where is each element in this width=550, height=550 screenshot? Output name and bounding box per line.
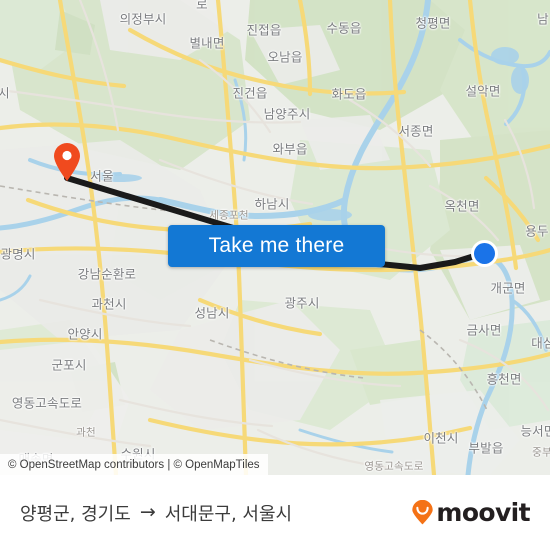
route-destination-label: 서대문구, 서울시: [164, 503, 293, 525]
map-attribution-bar: © OpenStreetMap contributors | © OpenMap…: [0, 454, 268, 475]
take-me-there-button[interactable]: Take me there: [168, 225, 385, 267]
footer-bar: 양평군, 경기도 → 서대문구, 서울시 moovit: [0, 475, 550, 550]
route-origin-label: 양평군, 경기도: [20, 503, 131, 525]
map-canvas[interactable]: 의정부시 로 진접읍 수동읍 청평면 남 별내면 오남읍 시 진건읍 화도읍 설악면 남양주시 서종면 와부…: [0, 0, 550, 475]
attribution-text[interactable]: © OpenStreetMap contributors | © OpenMap…: [8, 459, 260, 471]
arrow-right-icon: →: [139, 501, 156, 523]
moovit-pin-icon: [411, 500, 434, 525]
moovit-wordmark: moovit: [436, 498, 530, 527]
route-summary: 양평군, 경기도 → 서대문구, 서울시: [20, 500, 292, 526]
origin-marker-pin[interactable]: [52, 142, 82, 182]
moovit-map-screen: 의정부시 로 진접읍 수동읍 청평면 남 별내면 오남읍 시 진건읍 화도읍 설악면 남양주시 서종면 와부…: [0, 0, 550, 550]
take-me-there-label: Take me there: [208, 234, 345, 257]
destination-marker-dot[interactable]: [470, 239, 499, 268]
moovit-logo[interactable]: moovit: [411, 498, 531, 527]
